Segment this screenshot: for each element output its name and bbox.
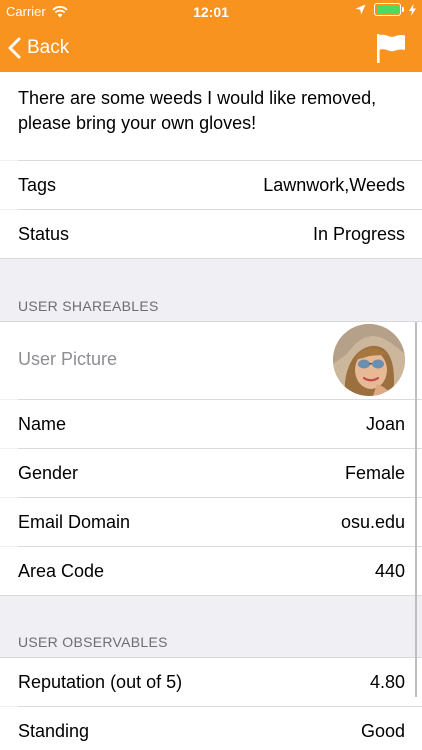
reputation-value: 4.80: [369, 672, 405, 692]
back-label: Back: [27, 37, 70, 58]
location-arrow-icon: [355, 4, 366, 15]
tags-value: Lawnwork,Weeds: [263, 175, 405, 195]
chevron-left-icon: [8, 37, 21, 59]
name-value: Joan: [365, 414, 405, 434]
standing-label: Standing: [18, 721, 90, 741]
avatar[interactable]: [333, 324, 405, 396]
task-description: There are some weeds I would like remove…: [18, 88, 377, 133]
email-domain-label: Email Domain: [18, 512, 131, 532]
tags-label: Tags: [18, 175, 57, 195]
user-picture-row[interactable]: User Picture: [0, 322, 422, 399]
status-row[interactable]: Status In Progress: [0, 210, 422, 258]
standing-row[interactable]: Standing Good: [0, 707, 422, 750]
standing-value: Good: [360, 721, 405, 741]
status-label: Status: [18, 224, 70, 244]
gender-row[interactable]: Gender Female: [0, 449, 422, 497]
battery-icon: [374, 3, 404, 16]
gender-value: Female: [344, 463, 405, 483]
scroll-indicator[interactable]: [415, 322, 417, 697]
reputation-row[interactable]: Reputation (out of 5) 4.80: [0, 658, 422, 706]
task-details: There are some weeds I would like remove…: [0, 72, 422, 750]
gender-label: Gender: [18, 463, 79, 483]
user-picture-label: User Picture: [18, 349, 118, 369]
user-photo: [333, 324, 405, 396]
name-label: Name: [18, 414, 67, 434]
area-code-label: Area Code: [18, 561, 105, 581]
reputation-label: Reputation (out of 5): [18, 672, 183, 692]
status-bar: Carrier 12:01: [0, 0, 422, 24]
user-observables-header: USER OBSERVABLES: [18, 634, 168, 650]
tags-row[interactable]: Tags Lawnwork,Weeds: [0, 161, 422, 209]
user-shareables-header: USER SHAREABLES: [18, 298, 159, 314]
name-row[interactable]: Name Joan: [0, 400, 422, 448]
email-domain-row[interactable]: Email Domain osu.edu: [0, 498, 422, 546]
area-code-row[interactable]: Area Code 440: [0, 547, 422, 595]
email-domain-value: osu.edu: [340, 512, 405, 532]
navigation-bar: Back: [0, 24, 422, 72]
back-button[interactable]: Back: [8, 33, 69, 63]
area-code-value: 440: [374, 561, 405, 581]
flag-icon[interactable]: [374, 31, 408, 65]
charging-bolt-icon: [409, 3, 416, 16]
task-description-cell: There are some weeds I would like remove…: [0, 72, 422, 160]
status-value: In Progress: [312, 224, 405, 244]
top-bar: Carrier 12:01 Back: [0, 0, 422, 72]
